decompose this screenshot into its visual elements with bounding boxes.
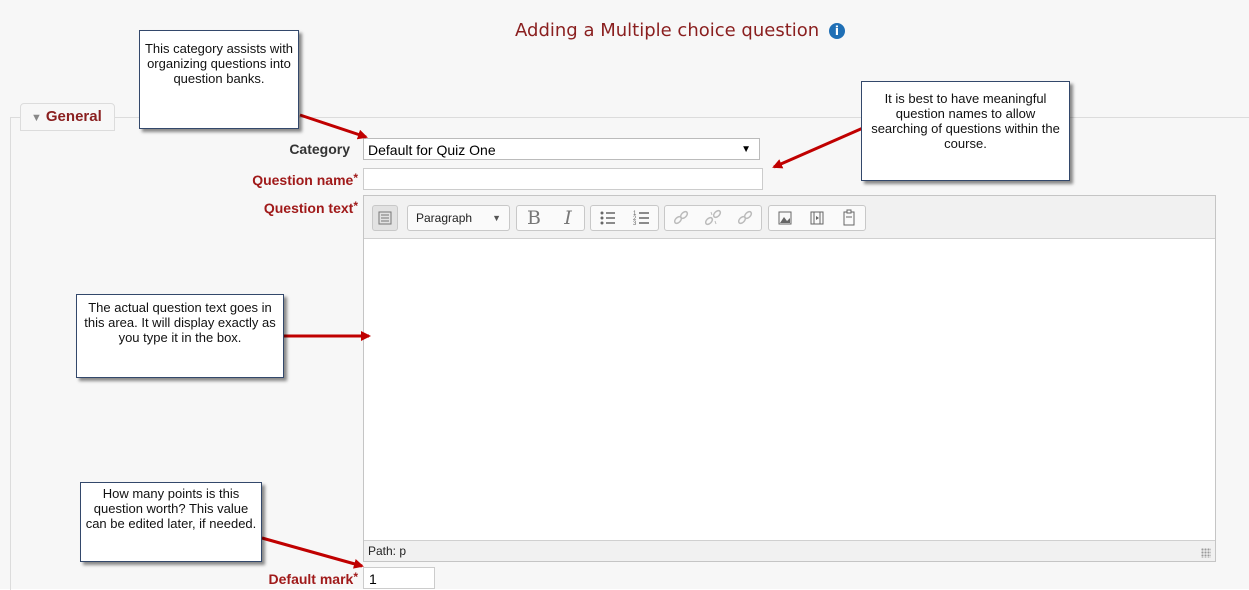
question-name-callout: It is best to have meaningful question n… bbox=[861, 81, 1070, 181]
name-callout-arrow bbox=[772, 126, 864, 169]
question-text-callout: The actual question text goes in this ar… bbox=[76, 294, 284, 378]
default-mark-callout: How many points is this question worth? … bbox=[80, 482, 262, 562]
category-callout: This category assists with organizing qu… bbox=[139, 30, 299, 129]
category-callout-arrow bbox=[299, 113, 368, 140]
mark-callout-arrow bbox=[261, 536, 364, 569]
